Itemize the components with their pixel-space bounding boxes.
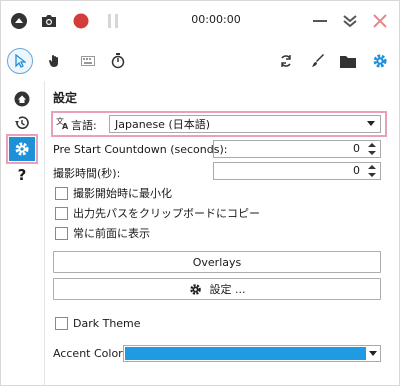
app-window: 00:00:00 ? 設定 文 A 言語: Japanese (日本語) Pre… (0, 0, 400, 386)
stopwatch-icon[interactable] (105, 48, 131, 74)
checkbox-label: 常に前面に表示 (73, 227, 150, 240)
chevron-down-icon (367, 121, 375, 126)
chevron-down-icon (369, 351, 377, 356)
settings-icon[interactable] (6, 134, 38, 164)
page-title: 設定 (53, 91, 78, 105)
accent-color-swatch (125, 347, 366, 360)
accent-color-label: Accent Color: (53, 347, 127, 360)
minimize-icon[interactable] (307, 9, 333, 33)
spin-down-icon[interactable] (368, 173, 376, 177)
home-icon[interactable] (9, 87, 35, 111)
help-icon[interactable]: ? (9, 163, 35, 187)
keyboard-icon[interactable] (75, 48, 101, 74)
hand-icon[interactable] (41, 48, 67, 74)
duration-input[interactable]: 0 (213, 162, 381, 180)
folder-icon[interactable] (335, 48, 361, 74)
spin-up-icon[interactable] (368, 143, 376, 147)
translate-icon: 文A (56, 116, 70, 133)
countdown-spinner[interactable] (366, 141, 378, 157)
checkbox-label: 撮影開始時に最小化 (73, 187, 172, 200)
camera-icon[interactable] (37, 9, 61, 33)
accent-color-select[interactable] (123, 345, 381, 362)
countdown-value: 0 (353, 142, 360, 155)
dark-theme-label: Dark Theme (73, 316, 141, 330)
settings-gear-icon[interactable] (367, 48, 393, 74)
collapse-down-icon[interactable] (337, 9, 363, 33)
gear-icon (189, 283, 202, 296)
countdown-label: Pre Start Countdown (seconds): (53, 143, 228, 156)
accent-color-row: Accent Color: (53, 345, 385, 363)
checkbox-label: 出力先パスをクリップボードにコピー (73, 207, 260, 220)
settings-button[interactable]: 設定 ... (53, 278, 381, 300)
checkbox-box[interactable] (55, 206, 68, 220)
overlays-button[interactable]: Overlays (53, 251, 381, 273)
checkbox-box[interactable] (55, 226, 68, 240)
minimize-on-start-checkbox[interactable]: 撮影開始時に最小化 (55, 185, 172, 201)
refresh-icon[interactable] (273, 48, 299, 74)
copy-path-checkbox[interactable]: 出力先パスをクリップボードにコピー (55, 205, 260, 221)
brush-icon[interactable] (305, 48, 331, 74)
language-row: 文A 言語: Japanese (日本語) (51, 111, 387, 137)
side-nav: ? (1, 81, 45, 386)
svg-text:A: A (62, 122, 69, 130)
pointer-icon[interactable] (7, 48, 33, 74)
always-on-top-checkbox[interactable]: 常に前面に表示 (55, 225, 150, 241)
collapse-up-icon[interactable] (7, 9, 31, 33)
language-label: 言語: (71, 119, 97, 132)
duration-label: 撮影時間(秒): (53, 167, 121, 180)
history-icon[interactable] (9, 111, 35, 135)
duration-value: 0 (353, 164, 360, 177)
record-icon[interactable] (69, 9, 93, 33)
spin-up-icon[interactable] (368, 165, 376, 169)
checkbox-box[interactable] (55, 186, 68, 200)
countdown-input[interactable]: 0 (213, 140, 381, 158)
close-icon[interactable] (367, 9, 393, 33)
pause-icon[interactable] (101, 9, 125, 33)
duration-spinner[interactable] (366, 163, 378, 179)
spin-down-icon[interactable] (368, 151, 376, 155)
settings-button-label: 設定 ... (209, 283, 246, 296)
language-value: Japanese (日本語) (115, 118, 211, 131)
recording-timer: 00:00:00 (191, 13, 241, 26)
language-select[interactable]: Japanese (日本語) (109, 115, 381, 133)
tools-toolbar (1, 45, 399, 77)
recorder-bar: 00:00:00 (1, 1, 399, 41)
dark-theme-checkbox[interactable]: Dark Theme (55, 315, 141, 331)
checkbox-box[interactable] (55, 316, 68, 330)
